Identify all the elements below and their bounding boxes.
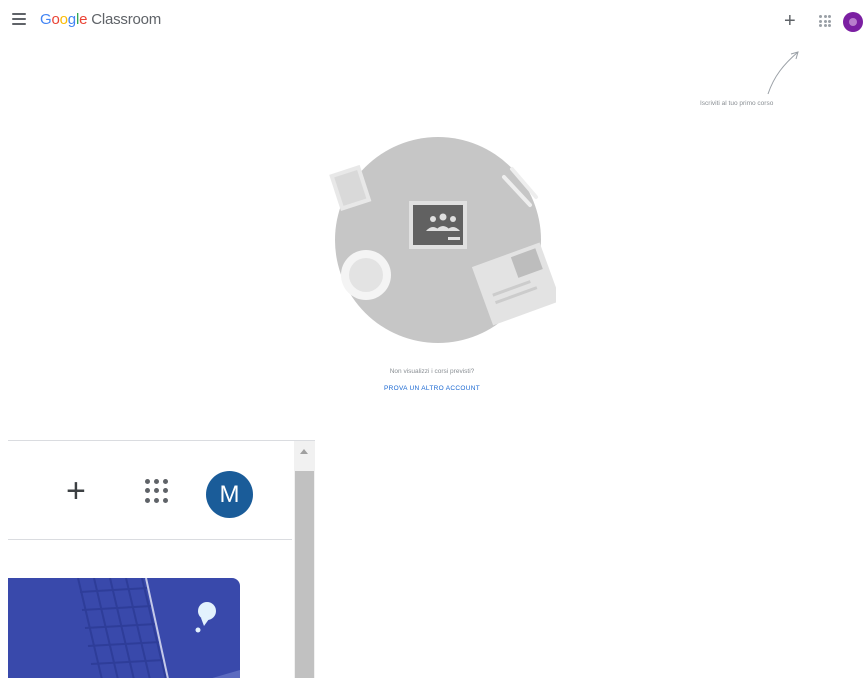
logo-product-text: Classroom [91,11,162,28]
account-avatar[interactable] [843,12,863,32]
empty-state-message: Non visualizzi i corsi previsti? [389,368,475,375]
zoom-create-join-button[interactable]: + [66,474,86,508]
hamburger-menu-icon[interactable] [12,13,26,25]
try-another-account-link[interactable]: PROVA UN ALTRO ACCOUNT [0,385,864,392]
empty-state-illustration [329,137,556,343]
apps-grid-icon[interactable] [819,15,831,27]
scroll-up-arrow-icon[interactable] [300,449,308,454]
class-card[interactable] [8,578,240,678]
top-app-bar: Google Classroom + [0,0,864,44]
create-join-class-button[interactable]: + [784,11,796,31]
app-logo[interactable]: Google Classroom [40,11,161,28]
scrollbar-thumb[interactable] [295,471,314,678]
zoomed-inset-panel: + M [8,440,315,678]
vertical-scrollbar[interactable] [294,441,315,678]
header-divider [8,539,292,540]
logo-google-text: Google [40,11,88,28]
hint-arrow-icon [767,51,799,95]
zoom-account-avatar[interactable]: M [206,471,253,518]
hint-text: Iscriviti al tuo primo corso [700,100,774,107]
class-card-banner [8,578,240,678]
zoomed-header: + M [8,441,292,678]
zoom-apps-grid-icon[interactable] [145,479,169,503]
